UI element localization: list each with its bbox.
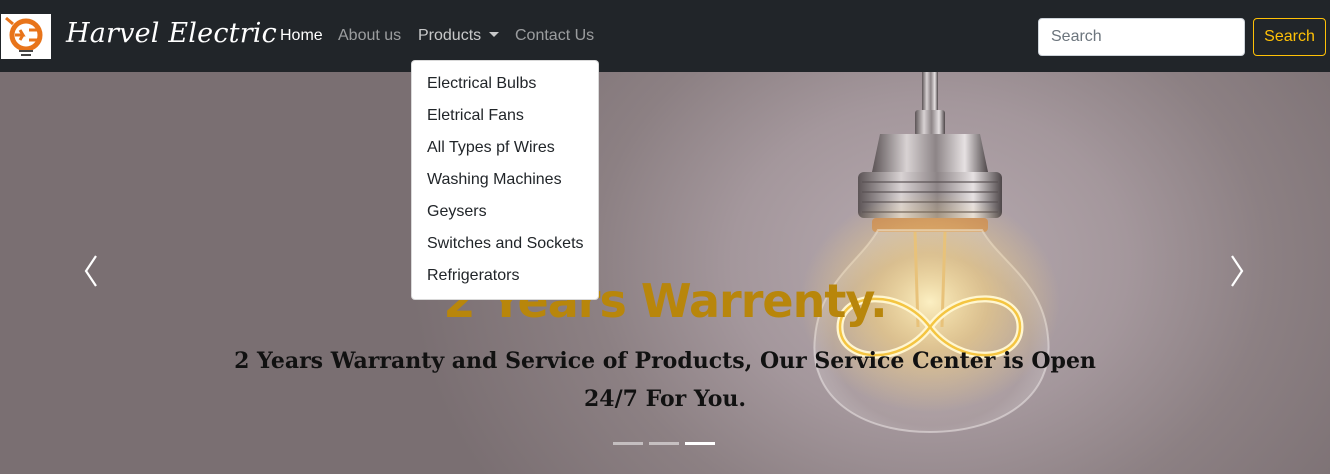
brand-name[interactable]: Harvel Electric (66, 18, 277, 49)
carousel-caption-title: 2 Years Warrenty. (443, 274, 887, 328)
nav-contact[interactable]: Contact Us (515, 27, 594, 45)
search-input[interactable] (1038, 18, 1245, 56)
bulb-logo-icon (5, 16, 43, 56)
dropdown-item-switches-sockets[interactable]: Switches and Sockets (412, 228, 598, 260)
hero-carousel: 2 Years Warrenty. 2 Years Warranty and S… (0, 72, 1330, 474)
nav-products-toggle[interactable]: Products (418, 27, 500, 45)
dropdown-item-wires[interactable]: All Types pf Wires (412, 132, 598, 164)
products-dropdown-menu: Electrical Bulbs Eletrical Fans All Type… (411, 60, 599, 300)
carousel-indicators (613, 442, 715, 445)
search-button[interactable]: Search (1253, 18, 1326, 56)
caret-down-icon (489, 32, 500, 37)
carousel-indicator-active[interactable] (685, 442, 715, 445)
brand-logo[interactable] (1, 14, 51, 59)
dropdown-item-refrigerators[interactable]: Refrigerators (412, 260, 598, 292)
dropdown-item-fans[interactable]: Eletrical Fans (412, 100, 598, 132)
carousel-indicator[interactable] (613, 442, 643, 445)
dropdown-item-washing-machines[interactable]: Washing Machines (412, 164, 598, 196)
nav-products-label: Products (418, 27, 482, 44)
dropdown-item-bulbs[interactable]: Electrical Bulbs (412, 68, 598, 100)
carousel-indicator[interactable] (649, 442, 679, 445)
nav-about[interactable]: About us (338, 27, 401, 45)
navbar: Harvel Electric Home About us Products C… (0, 0, 1330, 72)
nav-home[interactable]: Home (280, 27, 323, 45)
carousel-caption-text: 2 Years Warranty and Service of Products… (234, 348, 1096, 412)
dropdown-item-geysers[interactable]: Geysers (412, 196, 598, 228)
